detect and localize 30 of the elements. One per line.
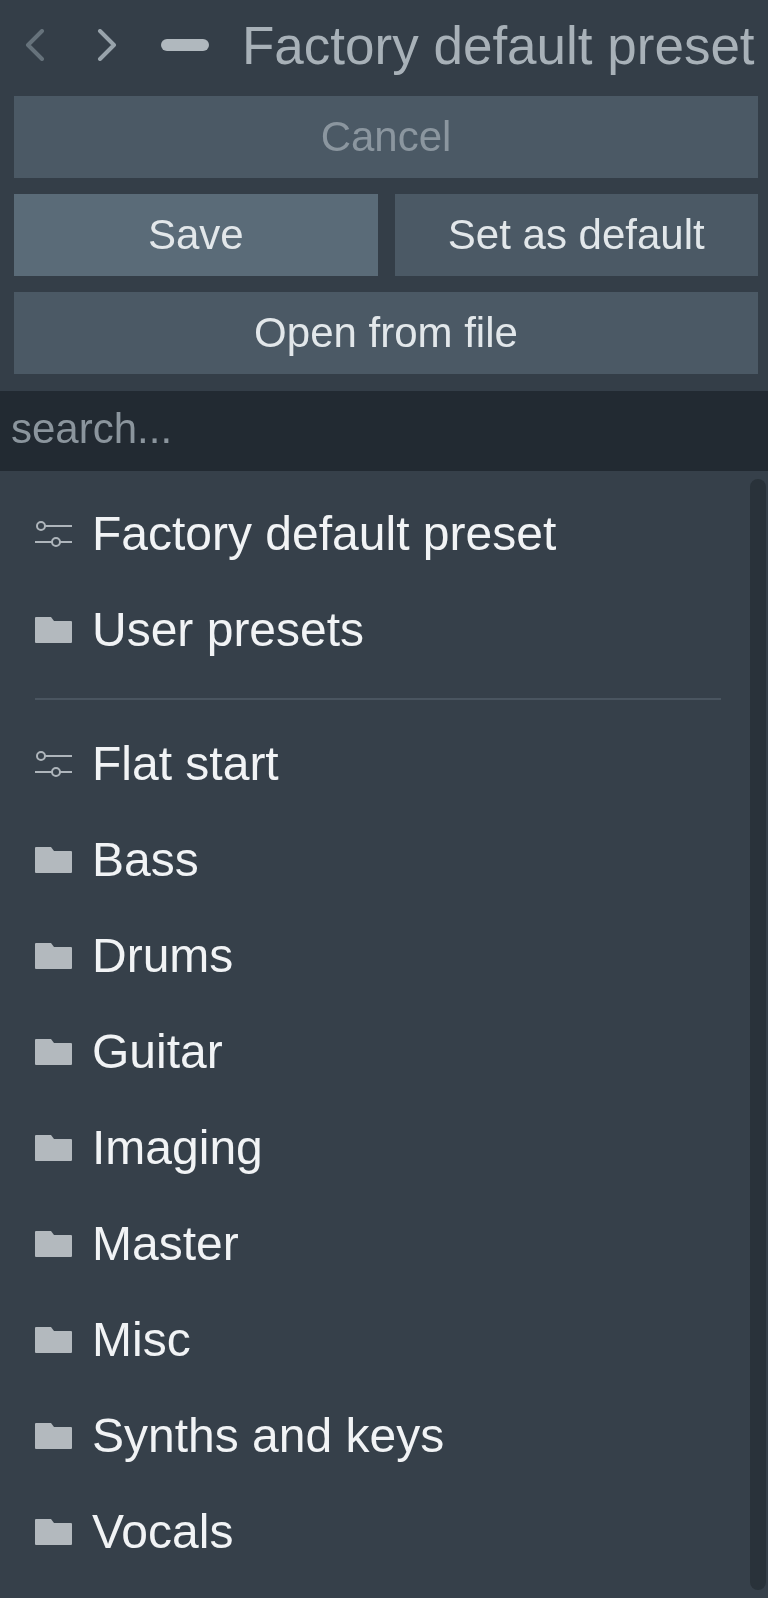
folder-icon [35,1135,72,1161]
list-item-label[interactable]: Bass [92,833,199,887]
collapse-button[interactable] [160,38,210,52]
folder-icon [35,1519,72,1545]
folder-icon [35,847,72,873]
chevron-left-icon [25,29,45,61]
list-item-label[interactable]: Master [92,1217,239,1271]
list-item-label[interactable]: Guitar [92,1025,223,1079]
list-item-label[interactable]: Imaging [92,1121,263,1175]
folder-icon [35,1327,72,1353]
sliders-icon [35,751,72,777]
list-item-label[interactable]: Misc [92,1313,191,1367]
list-item-label[interactable]: Synths and keys [92,1409,445,1463]
search-field[interactable]: search... [0,391,768,471]
action-button[interactable]: Save [14,194,378,276]
minus-icon [161,39,209,51]
folder-icon [35,617,72,643]
list-item-label[interactable]: Drums [92,929,234,983]
folder-icon [35,1423,72,1449]
list-item-label[interactable]: User presets [92,603,365,657]
chevron-right-icon [97,29,117,61]
folder-icon [35,1039,72,1065]
list-item-label[interactable]: Vocals [92,1505,234,1559]
folder-icon [35,1231,72,1257]
folder-icon [35,943,72,969]
action-button[interactable]: Open from file [14,292,758,374]
list-item-label[interactable]: Factory default preset [92,507,557,561]
list-item-label[interactable]: Flat start [92,737,279,791]
sliders-icon [35,521,72,547]
action-button[interactable]: Set as default [394,194,758,276]
